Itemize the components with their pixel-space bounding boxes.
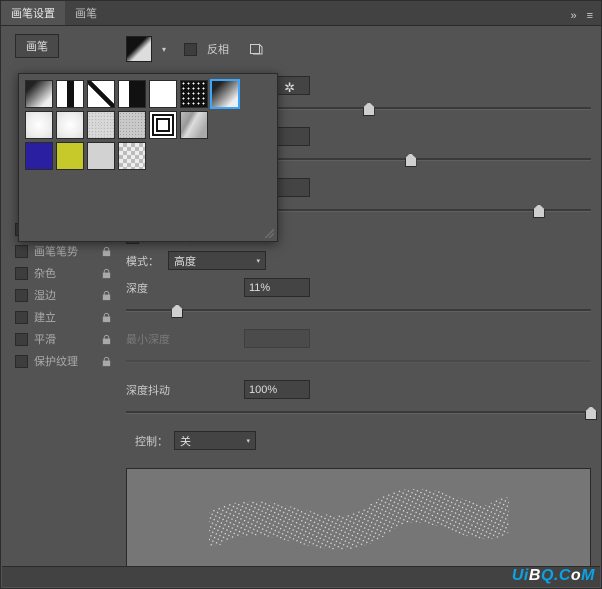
checkbox[interactable] — [15, 333, 28, 346]
jitter-label: 深度抖动 — [126, 382, 244, 398]
option-label: 杂色 — [34, 265, 56, 281]
panel-footer — [2, 566, 600, 587]
min-depth-label: 最小深度 — [126, 331, 244, 347]
texture-tile[interactable] — [25, 142, 53, 170]
texture-tile-selected[interactable] — [211, 80, 239, 108]
brush-tip-button[interactable]: 画笔 — [15, 34, 59, 58]
chevron-down-icon: ▾ — [246, 437, 250, 445]
option-label: 建立 — [34, 309, 56, 325]
option-label: 湿边 — [34, 287, 56, 303]
depth-value[interactable]: 11% — [244, 278, 310, 297]
tab-brush[interactable]: 画笔 — [65, 1, 107, 25]
texture-tile[interactable] — [56, 111, 84, 139]
min-depth-value — [244, 329, 310, 348]
mode-label: 模式： — [126, 253, 168, 269]
panel-menu-icon[interactable]: ≡ — [587, 10, 593, 22]
lock-icon[interactable] — [101, 334, 112, 345]
create-new-icon[interactable] — [249, 43, 263, 55]
collapse-icon[interactable]: » — [570, 10, 576, 22]
depth-label: 深度 — [126, 280, 244, 296]
resize-handle-icon[interactable] — [264, 228, 274, 238]
texture-tile[interactable] — [118, 111, 146, 139]
texture-tile[interactable] — [87, 80, 115, 108]
lock-icon[interactable] — [101, 246, 112, 257]
control-select[interactable]: 关▾ — [174, 431, 256, 450]
option-label: 画笔笔势 — [34, 243, 78, 259]
lock-icon[interactable] — [101, 268, 112, 279]
texture-tile[interactable] — [87, 142, 115, 170]
texture-tile[interactable] — [56, 142, 84, 170]
option-label: 保护纹理 — [34, 353, 78, 369]
jitter-slider[interactable] — [126, 403, 591, 421]
texture-tile[interactable] — [180, 111, 208, 139]
jitter-value[interactable]: 100% — [244, 380, 310, 399]
texture-grid — [25, 80, 271, 170]
brush-preview — [126, 468, 591, 580]
texture-picker-popup: ✲ — [18, 73, 278, 242]
tab-brush-settings[interactable]: 画笔设置 — [1, 1, 65, 25]
texture-tile[interactable] — [118, 80, 146, 108]
option-label: 平滑 — [34, 331, 56, 347]
checkbox[interactable] — [15, 267, 28, 280]
min-depth-slider — [126, 352, 591, 370]
chevron-down-icon: ▾ — [256, 257, 260, 265]
texture-tile[interactable] — [149, 111, 177, 139]
depth-slider[interactable] — [126, 301, 591, 319]
contrast-slider[interactable] — [244, 201, 591, 219]
texture-tile[interactable] — [180, 80, 208, 108]
lock-icon[interactable] — [101, 356, 112, 367]
invert-label: 反相 — [207, 41, 229, 57]
texture-tile[interactable] — [149, 80, 177, 108]
lock-icon[interactable] — [101, 312, 112, 323]
brightness-slider[interactable] — [244, 150, 591, 168]
gear-icon[interactable]: ✲ — [284, 80, 295, 96]
invert-checkbox[interactable] — [184, 43, 197, 56]
lock-icon[interactable] — [101, 290, 112, 301]
texture-picker-dropdown[interactable]: ▾ — [158, 37, 170, 61]
texture-tile[interactable] — [25, 80, 53, 108]
control-label: 控制： — [126, 433, 168, 449]
checkbox[interactable] — [15, 245, 28, 258]
brush-settings-panel: 画笔设置 画笔 » ≡ 画笔 传递 画笔笔势 杂色 湿边 建立 平滑 保护纹理 … — [0, 0, 602, 589]
tab-bar: 画笔设置 画笔 » ≡ — [1, 1, 601, 26]
texture-swatch[interactable] — [126, 36, 152, 62]
watermark: UiBQ.CoM — [512, 568, 595, 584]
texture-tile[interactable] — [25, 111, 53, 139]
texture-tile[interactable] — [87, 111, 115, 139]
checkbox[interactable] — [15, 289, 28, 302]
mode-select[interactable]: 高度▾ — [168, 251, 266, 270]
texture-tile[interactable] — [56, 80, 84, 108]
texture-tile[interactable] — [118, 142, 146, 170]
scale-slider[interactable] — [244, 99, 591, 117]
checkbox[interactable] — [15, 355, 28, 368]
checkbox[interactable] — [15, 311, 28, 324]
